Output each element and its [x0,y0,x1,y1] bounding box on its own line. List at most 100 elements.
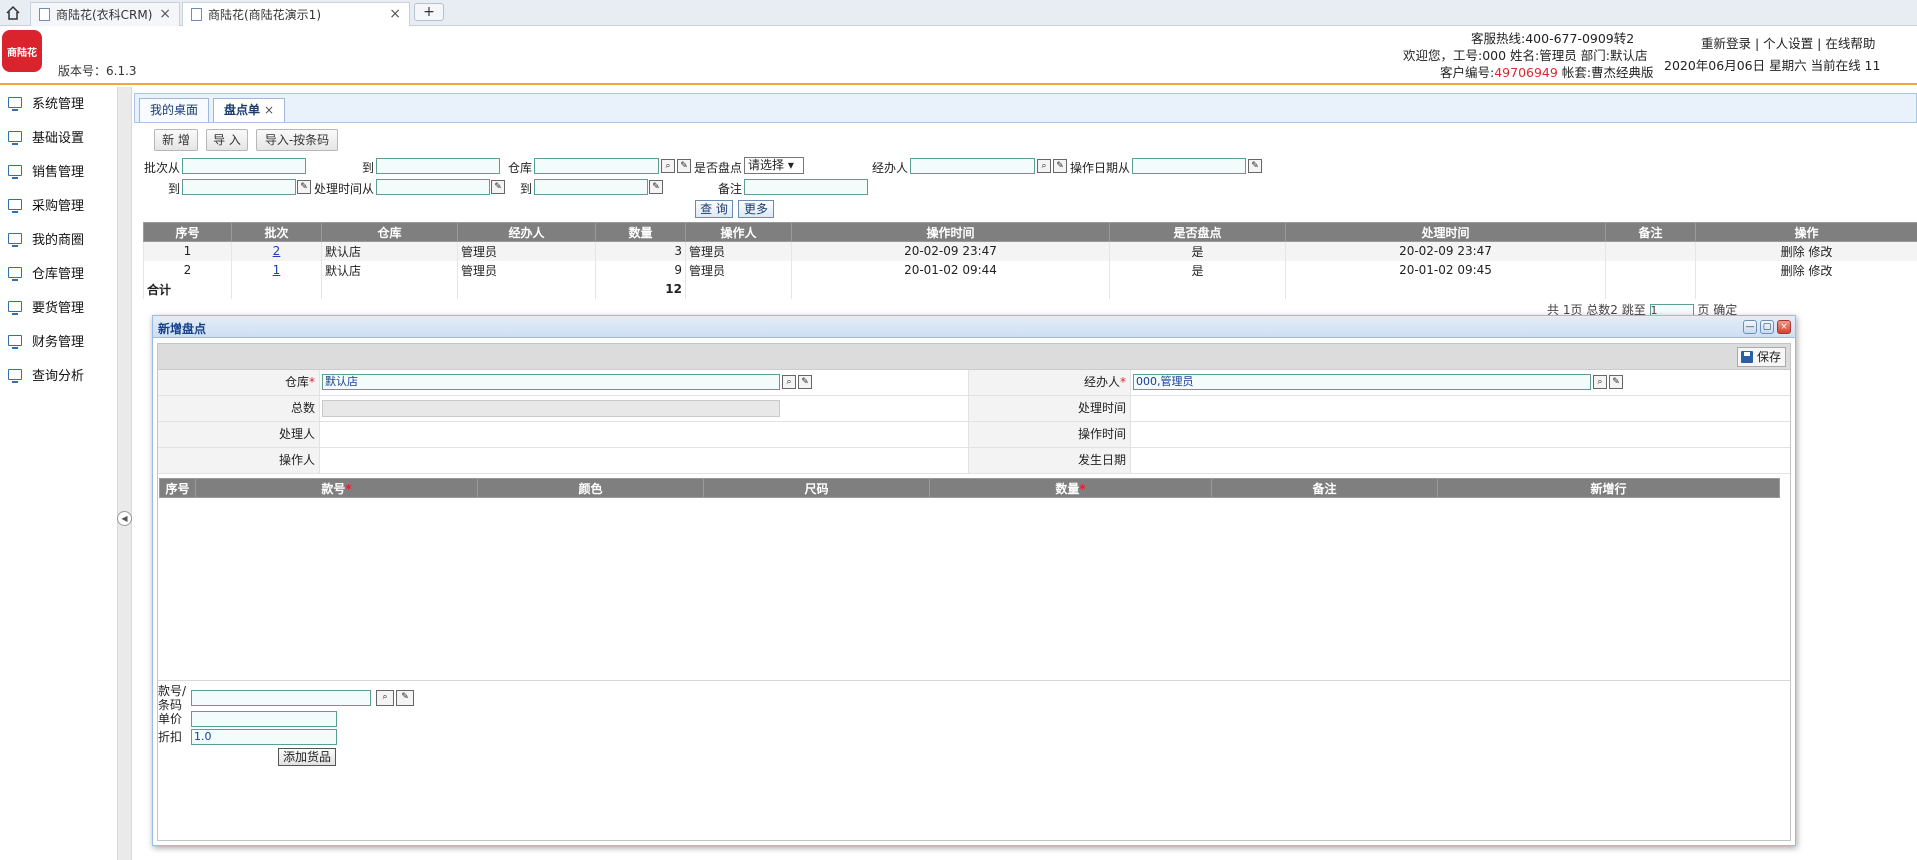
op-date-to-input[interactable] [182,179,296,195]
sidebar-item-label: 基础设置 [32,130,85,146]
cell-actions[interactable]: 删除 修改 [1695,241,1917,261]
search-icon[interactable]: ⌕ [782,375,796,389]
minimize-icon[interactable]: — [1743,320,1757,334]
col-op-time[interactable]: 操作时间 [791,222,1110,242]
cell-process-time: 20-02-09 23:47 [1285,241,1606,261]
monitor-icon [8,266,22,281]
monitor-icon [8,232,22,247]
edit-icon[interactable]: ✎ [1609,375,1623,389]
content-tab-bar: 我的桌面 盘点单 × [134,93,1917,123]
search-icon[interactable]: ⌕ [1037,159,1051,173]
handler-input[interactable] [910,158,1035,174]
table-row[interactable]: 1 2 默认店 管理员 3 管理员 20-02-09 23:47 是 20-02… [143,241,1917,261]
browser-tab-label: 商陆花(衣科CRM) [56,8,153,22]
import-barcode-button[interactable]: 导入-按条码 [256,129,338,151]
col-checked[interactable]: 是否盘点 [1109,222,1286,242]
col-detail-addrow[interactable]: 新增行 [1437,478,1780,498]
tab-desktop[interactable]: 我的桌面 [139,98,210,122]
browser-tab-crm[interactable]: 商陆花(衣科CRM) × [30,2,180,26]
sidebar-item-warehouse[interactable]: 仓库管理 [8,262,84,282]
sidebar-item-sales[interactable]: 销售管理 [8,160,84,180]
col-handler[interactable]: 经办人 [457,222,596,242]
import-button[interactable]: 导 入 [206,129,248,151]
edit-icon[interactable]: ✎ [297,180,311,194]
close-icon[interactable]: × [1777,320,1791,334]
batch-from-input[interactable] [182,158,306,174]
save-button[interactable]: 保存 [1736,347,1786,367]
sidebar-item-purchase[interactable]: 采购管理 [8,194,84,214]
browser-tab-demo[interactable]: 商陆花(商陆花演示1) × [182,2,410,26]
more-button[interactable]: 更多 [738,200,774,218]
date-online: 2020年06月06日 星期六 当前在线 11 [1664,58,1881,73]
remark-input[interactable] [744,179,868,195]
monitor-icon [8,164,22,179]
close-icon[interactable]: × [159,6,171,22]
sidebar-splitter[interactable] [117,87,132,860]
processor-field-label: 处理人 [158,422,320,447]
col-remark[interactable]: 备注 [1605,222,1696,242]
op-time-field-label: 操作时间 [969,422,1131,447]
is-check-select[interactable]: 请选择 ▾ [744,157,804,174]
style-barcode-input[interactable] [191,690,371,706]
batch-link[interactable]: 1 [273,263,281,277]
col-batch[interactable]: 批次 [231,222,322,242]
edit-icon[interactable]: ✎ [1248,159,1262,173]
warehouse-input[interactable] [534,158,659,174]
batch-to-input[interactable] [376,158,500,174]
sidebar-item-basic[interactable]: 基础设置 [8,126,84,146]
edit-icon[interactable]: ✎ [649,180,663,194]
add-goods-button[interactable]: 添加货品 [278,748,337,766]
close-icon[interactable]: × [389,6,401,22]
col-warehouse[interactable]: 仓库 [321,222,458,242]
col-detail-qty: 数量* [929,478,1212,498]
col-actions[interactable]: 操作 [1695,222,1917,242]
tab-stocktake[interactable]: 盘点单 × [213,98,286,122]
dialog-titlebar[interactable]: 新增盘点 — ▢ × [153,316,1795,338]
sidebar-item-label: 系统管理 [32,96,85,112]
batch-link[interactable]: 2 [273,244,281,258]
edit-icon[interactable]: ✎ [1053,159,1067,173]
cell-actions[interactable]: 删除 修改 [1695,260,1917,280]
monitor-icon [8,300,22,315]
edit-icon[interactable]: ✎ [396,690,414,706]
cell-no: 2 [143,260,232,280]
search-icon[interactable]: ⌕ [1593,375,1607,389]
sidebar-item-circle[interactable]: 我的商圈 [8,228,84,248]
close-icon[interactable]: × [264,103,274,117]
sidebar-item-system[interactable]: 系统管理 [8,92,84,112]
discount-input[interactable]: 1.0 [191,729,337,745]
is-check-value: 请选择 [748,158,785,172]
monitor-icon [8,368,22,383]
edit-icon[interactable]: ✎ [677,159,691,173]
table-row[interactable]: 2 1 默认店 管理员 9 管理员 20-01-02 09:44 是 20-01… [143,260,1917,280]
col-process-time[interactable]: 处理时间 [1285,222,1606,242]
col-no[interactable]: 序号 [143,222,232,242]
sidebar-item-finance[interactable]: 财务管理 [8,330,84,350]
sidebar-item-analysis[interactable]: 查询分析 [8,364,84,384]
query-button[interactable]: 查 询 [695,200,733,218]
cell-handler: 管理员 [457,260,596,280]
new-tab-button[interactable]: + [414,3,444,21]
sidebar: 系统管理 基础设置 销售管理 采购管理 我的商圈 仓库管理 要货管理 财务管理 … [0,87,118,860]
sidebar-item-requisition[interactable]: 要货管理 [8,296,84,316]
edit-icon[interactable]: ✎ [491,180,505,194]
search-icon[interactable]: ⌕ [376,690,394,706]
header-links[interactable]: 重新登录 | 个人设置 | 在线帮助 [1701,33,1875,52]
edit-icon[interactable]: ✎ [798,375,812,389]
process-time-from-input[interactable] [376,179,490,195]
maximize-icon[interactable]: ▢ [1760,320,1774,334]
handler-field[interactable]: 000,管理员 [1133,374,1591,390]
batch-to-label: 到 [362,161,375,175]
warehouse-field[interactable]: 默认店 [322,374,780,390]
price-input[interactable] [191,711,337,727]
search-icon[interactable]: ⌕ [661,159,675,173]
collapse-left-icon[interactable]: ◀ [117,511,132,526]
process-time-to-input[interactable] [534,179,648,195]
home-icon[interactable] [2,2,24,24]
cell-warehouse: 默认店 [321,241,458,261]
col-qty[interactable]: 数量 [595,222,686,242]
save-label: 保存 [1756,350,1781,364]
op-date-from-input[interactable] [1132,158,1246,174]
add-button[interactable]: 新 增 [154,129,198,151]
col-operator[interactable]: 操作人 [685,222,792,242]
